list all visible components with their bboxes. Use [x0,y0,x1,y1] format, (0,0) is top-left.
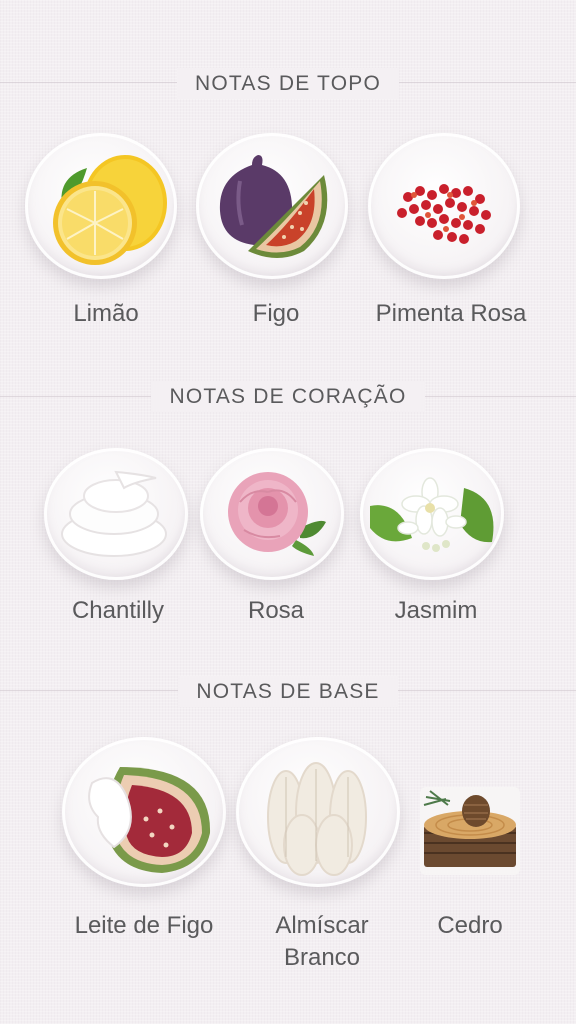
note-label: Cedro [437,912,503,939]
rose-icon [200,448,344,580]
fig-icon [196,133,348,279]
note-label: Almíscar Branco [275,912,369,971]
fig-milk-icon [62,737,226,887]
section-title-text: NOTAS DE CORAÇÃO [151,381,425,412]
note-label: Chantilly [71,597,165,624]
note-label: Figo [252,300,300,327]
white-musk-icon [236,737,400,887]
note-label: Pimenta Rosa [375,300,527,327]
section-title-base-notes: NOTAS DE BASE [0,676,576,707]
note-label: Limão [73,300,139,327]
section-title-text: NOTAS DE BASE [178,676,398,707]
whipped-cream-icon [44,448,188,580]
cedar-icon [420,787,520,875]
section-title-top-notes: NOTAS DE TOPO [0,68,576,99]
section-title-heart-notes: NOTAS DE CORAÇÃO [0,381,576,412]
pink-pepper-icon [368,133,520,279]
note-label: Leite de Figo [74,912,214,939]
lemon-icon [25,133,177,279]
jasmine-icon [360,448,504,580]
note-label: Rosa [247,597,305,624]
note-label: Jasmim [394,597,478,624]
section-title-text: NOTAS DE TOPO [177,68,399,99]
